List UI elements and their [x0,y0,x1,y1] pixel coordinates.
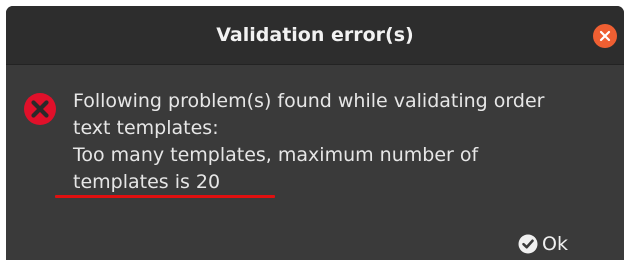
close-icon [599,30,611,42]
check-circle-icon [518,234,538,254]
ok-button-label: Ok [542,233,568,255]
validation-error-dialog: Validation error(s) Following problem(s)… [6,6,624,260]
annotation-underline [55,195,275,198]
dialog-titlebar: Validation error(s) [6,6,624,65]
message-line: Following problem(s) found while validat… [73,90,545,112]
error-icon [24,93,56,125]
message-line: text templates: [73,117,219,139]
message-line: templates is 20 [73,171,221,193]
dialog-title: Validation error(s) [216,24,414,46]
close-button[interactable] [593,24,617,48]
message-line: Too many templates, maximum number of [73,144,479,166]
ok-button[interactable]: Ok [512,230,580,260]
error-message: Following problem(s) found while validat… [73,88,613,196]
